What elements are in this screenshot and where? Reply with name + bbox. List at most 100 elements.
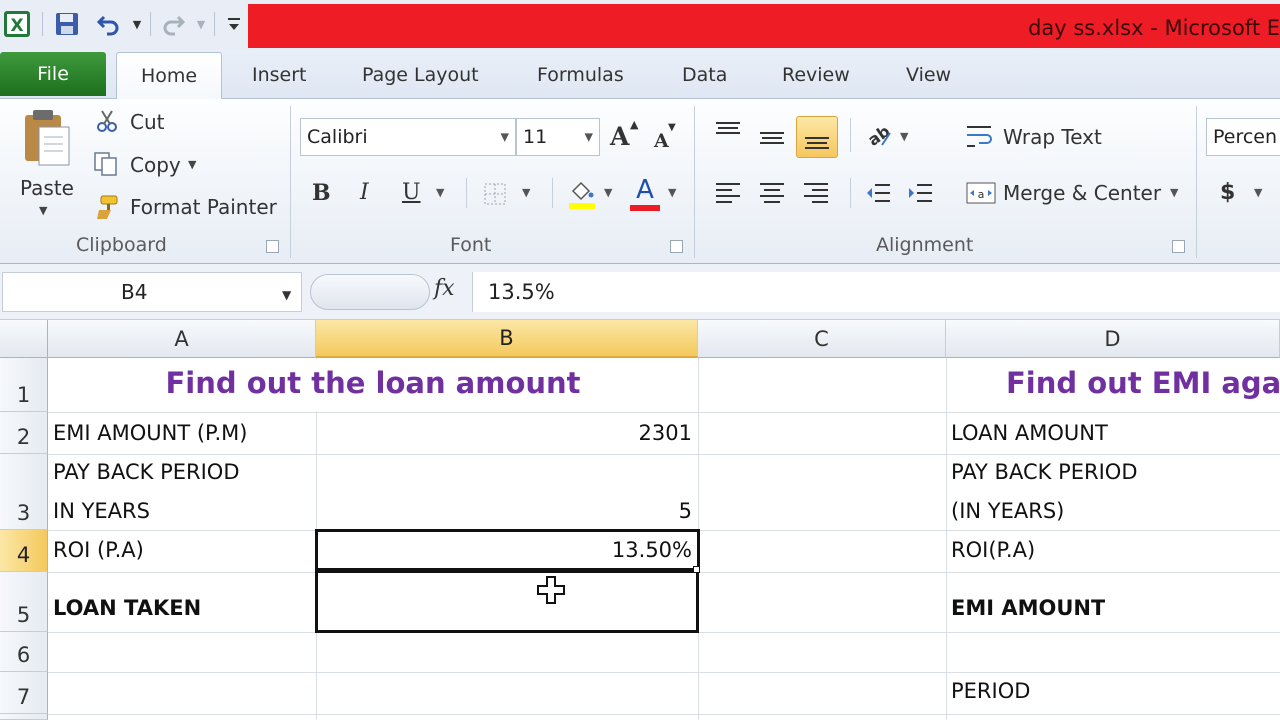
cell-a4[interactable]: ROI (P.A) <box>53 538 144 562</box>
row-header-6[interactable]: 6 <box>0 632 48 672</box>
insert-function-icon[interactable]: fx <box>434 276 455 301</box>
column-header-c[interactable]: C <box>698 320 946 358</box>
customize-qat-icon[interactable] <box>222 8 246 40</box>
cell-d4[interactable]: ROI(P.A) <box>951 538 1035 562</box>
cell-a3-line2[interactable]: IN YEARS <box>53 499 150 523</box>
fill-handle[interactable] <box>693 566 700 573</box>
bold-button[interactable]: B <box>312 180 331 206</box>
row-header-7[interactable]: 7 <box>0 672 48 714</box>
column-header-d[interactable]: D <box>946 320 1280 358</box>
align-right-icon[interactable] <box>800 178 832 208</box>
paste-dropdown-icon[interactable]: ▼ <box>39 204 47 217</box>
clipboard-launcher-icon[interactable] <box>266 240 279 253</box>
cell-d2[interactable]: LOAN AMOUNT <box>951 421 1108 445</box>
shrink-font-button[interactable]: A <box>654 130 669 152</box>
merge-center-icon[interactable]: a <box>964 178 998 208</box>
redo-icon[interactable] <box>158 8 188 40</box>
font-size-value: 11 <box>523 126 548 148</box>
font-color-dropdown-icon[interactable]: ▼ <box>668 186 676 199</box>
tab-view[interactable]: View <box>906 58 951 92</box>
formula-input[interactable]: 13.5% <box>472 272 1280 312</box>
tab-review[interactable]: Review <box>782 58 850 92</box>
tab-file[interactable]: File <box>0 52 106 96</box>
column-header-a[interactable]: A <box>48 320 316 358</box>
align-center-icon[interactable] <box>756 178 788 208</box>
paste-icon[interactable] <box>18 106 76 170</box>
cell-b3[interactable]: 5 <box>320 499 692 523</box>
cell-a2[interactable]: EMI AMOUNT (P.M) <box>53 421 247 445</box>
tab-home[interactable]: Home <box>116 52 222 99</box>
format-painter-icon[interactable] <box>92 192 122 222</box>
merge-dropdown-icon[interactable]: ▼ <box>1170 186 1178 199</box>
cell-d1-title[interactable]: Find out EMI aga <box>1006 366 1280 400</box>
italic-button[interactable]: I <box>360 180 369 205</box>
merge-center-button[interactable]: Merge & Center <box>1003 181 1161 205</box>
number-format-select[interactable]: Percen <box>1206 118 1280 156</box>
cell-d3-line2[interactable]: (IN YEARS) <box>951 499 1064 523</box>
row-header-4[interactable]: 4 <box>0 530 48 572</box>
underline-button[interactable]: U <box>402 180 421 205</box>
cell-b5-border[interactable] <box>315 570 699 633</box>
paste-button[interactable]: Paste <box>20 176 74 200</box>
copy-icon[interactable] <box>92 150 120 178</box>
copy-button[interactable]: Copy <box>130 153 181 177</box>
name-box[interactable]: B4 <box>2 272 302 312</box>
formula-bar-handle[interactable] <box>310 274 430 310</box>
cell-b2[interactable]: 2301 <box>320 421 692 445</box>
borders-dropdown-icon[interactable]: ▼ <box>522 186 530 199</box>
grow-font-button[interactable]: A <box>610 122 629 151</box>
fill-color-dropdown-icon[interactable]: ▼ <box>604 186 612 199</box>
cell-d5[interactable]: EMI AMOUNT <box>951 596 1105 620</box>
align-left-icon[interactable] <box>712 178 744 208</box>
orientation-icon[interactable]: ab <box>862 120 896 152</box>
chevron-down-icon: ▼ <box>584 130 593 144</box>
undo-dropdown-icon[interactable]: ▼ <box>128 8 146 40</box>
copy-dropdown-icon[interactable]: ▼ <box>188 158 196 171</box>
bottom-align-icon[interactable] <box>796 116 838 158</box>
fill-color-icon[interactable] <box>566 176 598 212</box>
cell-d7[interactable]: PERIOD <box>951 679 1030 703</box>
excel-logo-icon[interactable]: X <box>2 8 32 40</box>
select-all-corner[interactable] <box>0 320 48 358</box>
borders-icon[interactable] <box>480 180 510 208</box>
row-header-1[interactable]: 1 <box>0 358 48 412</box>
row-header-5[interactable]: 5 <box>0 572 48 632</box>
cell-a3-line1[interactable]: PAY BACK PERIOD <box>53 460 240 484</box>
column-header-b[interactable]: B <box>316 320 698 358</box>
font-name-select[interactable]: Calibri ▼ <box>300 118 516 156</box>
wrap-text-button[interactable]: Wrap Text <box>1003 125 1102 149</box>
font-color-icon[interactable]: A <box>628 176 662 212</box>
cell-a5[interactable]: LOAN TAKEN <box>53 596 201 620</box>
undo-icon[interactable] <box>94 8 124 40</box>
cross-cursor-icon <box>536 575 568 611</box>
tab-data[interactable]: Data <box>682 58 727 92</box>
redo-dropdown-icon[interactable]: ▼ <box>192 8 210 40</box>
row-header-3[interactable]: 3 <box>0 454 48 530</box>
alignment-launcher-icon[interactable] <box>1172 240 1185 253</box>
decrease-indent-icon[interactable] <box>862 178 894 208</box>
tab-page-layout[interactable]: Page Layout <box>362 58 479 92</box>
save-icon[interactable] <box>52 8 82 40</box>
font-size-select[interactable]: 11 ▼ <box>516 118 600 156</box>
wrap-text-icon[interactable] <box>964 122 996 152</box>
cell-d3-line1[interactable]: PAY BACK PERIOD <box>951 460 1138 484</box>
format-painter-button[interactable]: Format Painter <box>130 195 277 219</box>
row-header-2[interactable]: 2 <box>0 412 48 454</box>
increase-indent-icon[interactable] <box>904 178 936 208</box>
currency-dropdown-icon[interactable]: ▼ <box>1254 186 1262 199</box>
underline-dropdown-icon[interactable]: ▼ <box>436 186 444 199</box>
cut-button[interactable]: Cut <box>130 110 164 134</box>
cell-a1-title[interactable]: Find out the loan amount <box>49 366 697 400</box>
orientation-dropdown-icon[interactable]: ▼ <box>900 130 908 143</box>
row-header-8[interactable] <box>0 714 48 720</box>
tab-insert[interactable]: Insert <box>252 58 307 92</box>
top-align-icon[interactable] <box>712 118 744 146</box>
gridline <box>48 714 1280 715</box>
group-separator <box>1196 106 1197 258</box>
scissors-icon[interactable] <box>94 108 120 134</box>
font-launcher-icon[interactable] <box>670 240 683 253</box>
name-box-dropdown-icon[interactable]: ▼ <box>282 288 291 302</box>
tab-formulas[interactable]: Formulas <box>537 58 624 92</box>
currency-button[interactable]: $ <box>1220 180 1235 205</box>
middle-align-icon[interactable] <box>756 124 788 152</box>
